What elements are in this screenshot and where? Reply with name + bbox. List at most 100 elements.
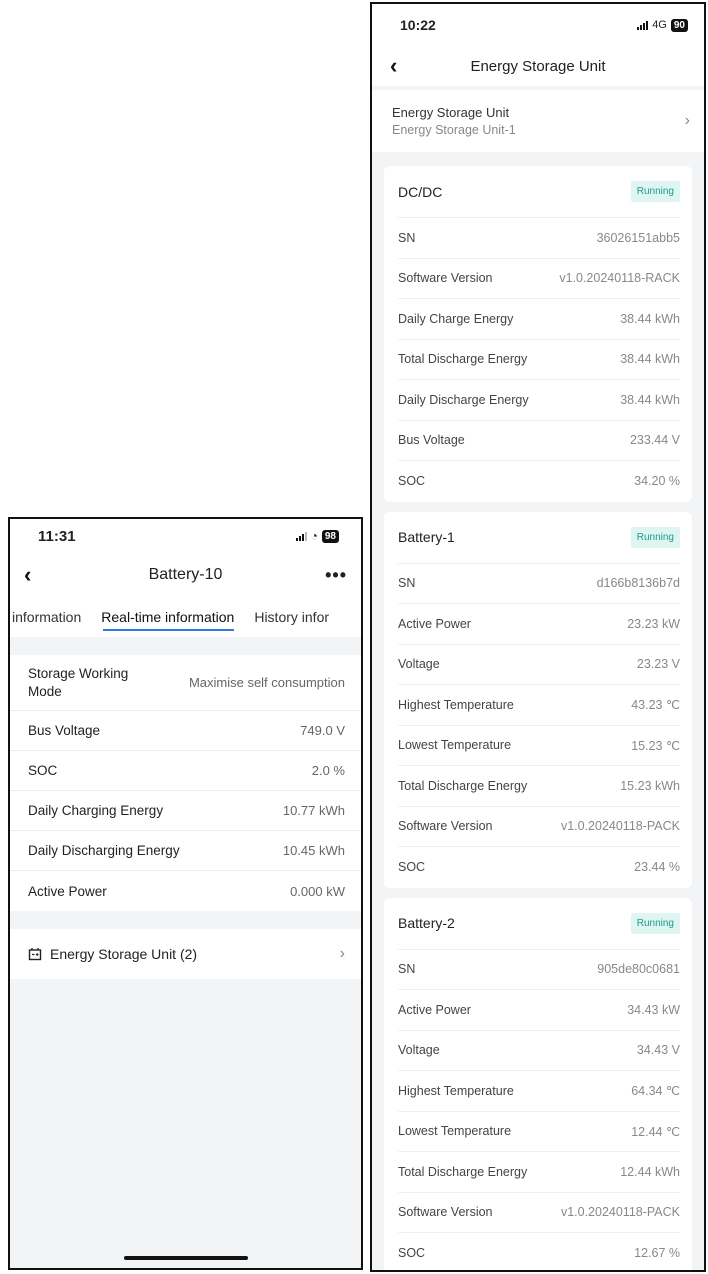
row-value: v1.0.20240118-PACK bbox=[560, 819, 680, 834]
row-label: Active Power bbox=[28, 883, 107, 899]
list-item-active-power: Active Power 0.000 kW bbox=[10, 871, 361, 911]
signal-icon bbox=[637, 20, 649, 30]
row-label: Total Discharge Energy bbox=[398, 1164, 528, 1179]
row-value: 10.45 kWh bbox=[282, 843, 345, 858]
row-value: 12.44 kWh bbox=[620, 1164, 680, 1179]
status-bar: 10:22 4G 90 bbox=[372, 4, 704, 46]
section-divider bbox=[10, 637, 361, 655]
list-item-sn: SN 36026151abb5 bbox=[398, 218, 680, 259]
page-title: Battery-10 bbox=[148, 566, 223, 583]
battery-icon: 90 bbox=[670, 18, 688, 32]
list-item-lowest-temperature: Lowest Temperature 15.23 ℃ bbox=[398, 726, 680, 766]
energy-storage-unit-label: Energy Storage Unit (2) bbox=[50, 946, 198, 962]
row-value: 34.20 % bbox=[634, 474, 680, 489]
page-title: Energy Storage Unit bbox=[470, 57, 606, 75]
row-value: 38.44 kWh bbox=[620, 311, 680, 326]
list-item-total-discharge-energy: Total Discharge Energy 12.44 kWh bbox=[398, 1152, 680, 1193]
signal-icon bbox=[295, 531, 307, 541]
card-header: Battery-1 Running bbox=[398, 512, 680, 564]
row-label: Daily Discharging Energy bbox=[28, 843, 180, 858]
row-label: Bus Voltage bbox=[28, 723, 101, 738]
row-label: Software Version bbox=[398, 271, 493, 286]
list-item-daily-charging-energy: Daily Charging Energy 10.77 kWh bbox=[10, 791, 361, 831]
card-title: Battery-1 bbox=[398, 529, 455, 545]
list-item-software-version: Software Version v1.0.20240118-RACK bbox=[398, 259, 680, 299]
row-value: 15.23 ℃ bbox=[631, 738, 680, 753]
list-item-active-power: Active Power 34.43 kW bbox=[398, 990, 680, 1031]
row-value: 15.23 kWh bbox=[620, 778, 680, 793]
row-label: Total Discharge Energy bbox=[398, 352, 528, 367]
list-item-bus-voltage: Bus Voltage 233.44 V bbox=[398, 421, 680, 461]
energy-storage-unit-screen: 10:22 4G 90 ‹ Energy Storage Unit Energy… bbox=[370, 2, 706, 1272]
row-label: SOC bbox=[28, 763, 58, 778]
row-label: Lowest Temperature bbox=[398, 738, 512, 753]
status-time: 10:22 bbox=[400, 17, 436, 33]
row-value: 34.43 kW bbox=[627, 1002, 680, 1017]
list-item-soc: SOC 12.67 % bbox=[398, 1233, 680, 1270]
home-indicator[interactable] bbox=[123, 1256, 248, 1260]
row-value: v1.0.20240118-RACK bbox=[559, 271, 680, 286]
list-item-daily-charge-energy: Daily Charge Energy 38.44 kWh bbox=[398, 299, 680, 340]
list-item-lowest-temperature: Lowest Temperature 12.44 ℃ bbox=[398, 1112, 680, 1152]
empty-area bbox=[10, 979, 361, 1268]
chevron-right-icon: › bbox=[684, 112, 690, 129]
row-value: 749.0 V bbox=[300, 723, 345, 738]
list-item-sn: SN d166b8136b7d bbox=[398, 564, 680, 604]
list-item-daily-discharge-energy: Daily Discharge Energy 38.44 kWh bbox=[398, 380, 680, 421]
row-label: Voltage bbox=[398, 1043, 440, 1058]
unit-selector-label: Energy Storage Unit bbox=[392, 105, 510, 120]
row-label: Software Version bbox=[398, 1205, 493, 1220]
dcdc-card: DC/DC Running SN 36026151abb5 Software Ve… bbox=[384, 166, 692, 502]
list-item-soc: SOC 2.0 % bbox=[10, 751, 361, 791]
status-badge: Running bbox=[630, 526, 680, 548]
list-item-soc: SOC 34.20 % bbox=[398, 461, 680, 502]
back-icon[interactable]: ‹ bbox=[24, 564, 31, 586]
unit-selector[interactable]: Energy Storage Unit Energy Storage Unit-… bbox=[372, 90, 704, 152]
back-icon[interactable]: ‹ bbox=[390, 55, 397, 77]
list-item-active-power: Active Power 23.23 kW bbox=[398, 604, 680, 645]
row-label: Daily Charging Energy bbox=[28, 803, 164, 818]
row-value: 23.23 V bbox=[636, 657, 680, 672]
row-value: 34.43 V bbox=[636, 1043, 680, 1058]
more-options-icon[interactable]: ••• bbox=[325, 565, 347, 586]
card-title: DC/DC bbox=[398, 183, 443, 200]
row-label: SOC bbox=[398, 474, 426, 489]
row-label: SOC bbox=[398, 860, 426, 875]
list-item-voltage: Voltage 34.43 V bbox=[398, 1031, 680, 1071]
list-item-total-discharge-energy: Total Discharge Energy 38.44 kWh bbox=[398, 340, 680, 380]
row-value: 38.44 kWh bbox=[620, 352, 680, 367]
battery-1-card: Battery-1 Running SN d166b8136b7d Active … bbox=[384, 511, 692, 888]
battery-icon: 98 bbox=[321, 529, 339, 543]
status-badge: Running bbox=[630, 912, 680, 934]
row-label: Daily Charge Energy bbox=[398, 311, 514, 326]
list-item-highest-temperature: Highest Temperature 43.23 ℃ bbox=[398, 685, 680, 726]
row-value: v1.0.20240118-PACK bbox=[560, 1205, 680, 1220]
tab-history-information[interactable]: History infor bbox=[244, 597, 339, 637]
tab-bar: information Real-time information Histor… bbox=[10, 597, 361, 637]
tab-information[interactable]: information bbox=[10, 597, 91, 637]
row-label: Voltage bbox=[398, 657, 440, 672]
list-item-bus-voltage: Bus Voltage 749.0 V bbox=[10, 711, 361, 751]
list-item-voltage: Voltage 23.23 V bbox=[398, 645, 680, 685]
row-label: Storage Working Mode bbox=[28, 665, 129, 699]
row-value: 905de80c0681 bbox=[597, 962, 680, 977]
row-label: Lowest Temperature bbox=[398, 1124, 512, 1139]
row-value: 38.44 kWh bbox=[620, 392, 680, 407]
list-item-software-version: Software Version v1.0.20240118-PACK bbox=[398, 807, 680, 847]
list-item-software-version: Software Version v1.0.20240118-PACK bbox=[398, 1193, 680, 1233]
energy-storage-unit-link[interactable]: Energy Storage Unit (2) › bbox=[10, 929, 361, 979]
status-time: 11:31 bbox=[38, 527, 76, 545]
row-label: Bus Voltage bbox=[398, 433, 465, 448]
section-divider bbox=[10, 911, 361, 929]
tab-real-time-information[interactable]: Real-time information bbox=[91, 597, 244, 637]
row-value: 12.44 ℃ bbox=[631, 1124, 680, 1139]
row-label: Daily Discharge Energy bbox=[398, 392, 529, 407]
row-label: Total Discharge Energy bbox=[398, 778, 528, 793]
list-item-soc: SOC 23.44 % bbox=[398, 847, 680, 888]
row-label: SOC bbox=[398, 1246, 426, 1261]
row-value: d166b8136b7d bbox=[596, 576, 680, 591]
row-label: SN bbox=[398, 230, 416, 245]
card-header: DC/DC Running bbox=[398, 166, 680, 218]
battery-pack-icon bbox=[28, 948, 42, 961]
list-item-daily-discharging-energy: Daily Discharging Energy 10.45 kWh bbox=[10, 831, 361, 871]
